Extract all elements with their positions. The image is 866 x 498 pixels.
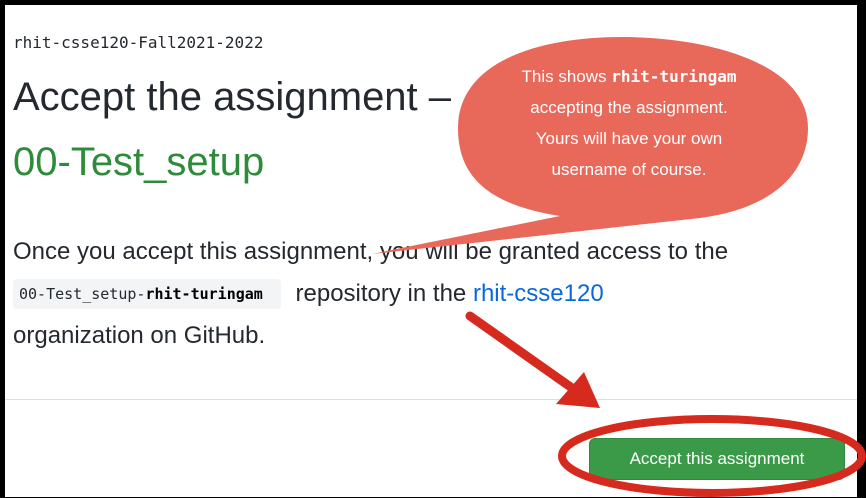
org-name: rhit-csse120-Fall2021-2022 (13, 33, 264, 52)
repo-user: rhit-turingam (145, 285, 263, 303)
description-line1: Once you accept this assignment, you wil… (13, 238, 729, 265)
repo-suffix: repository in the (295, 280, 467, 307)
repo-name: 00-Test_setup-rhit-turingam (13, 279, 281, 309)
accept-assignment-button[interactable]: Accept this assignment (589, 438, 845, 480)
page-title: Accept the assignment – (13, 75, 452, 119)
org-link[interactable]: rhit-csse120 (473, 280, 604, 307)
assignment-name: 00-Test_setup (13, 140, 265, 184)
repo-prefix: 00-Test_setup- (19, 285, 146, 303)
access-description: Once you accept this assignment, you wil… (13, 231, 793, 357)
divider (5, 399, 857, 400)
description-line2: 00-Test_setup-rhit-turingam repository i… (13, 273, 793, 315)
assignment-page: rhit-csse120-Fall2021-2022 Accept the as… (5, 5, 857, 497)
description-line3: organization on GitHub. (13, 322, 266, 349)
